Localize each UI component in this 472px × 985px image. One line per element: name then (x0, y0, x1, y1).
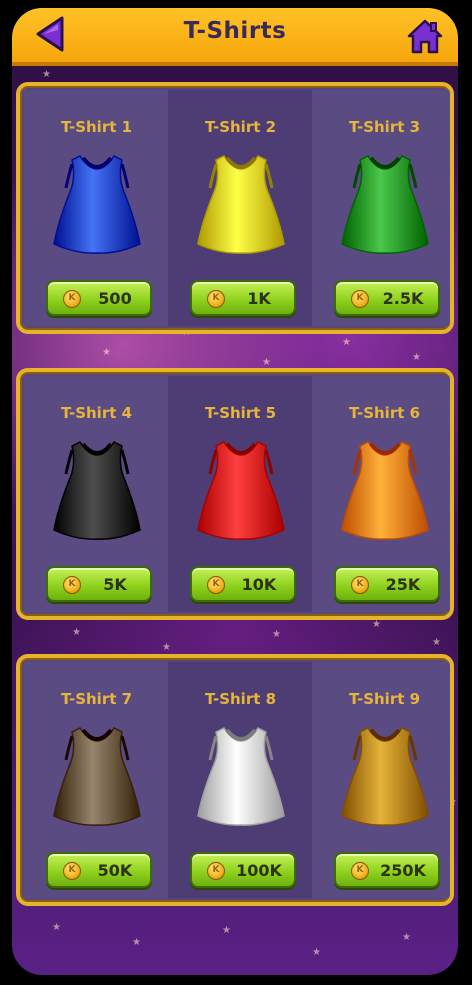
star-icon: ★ (222, 925, 231, 936)
item-name: T-Shirt 5 (204, 404, 277, 422)
item-name: T-Shirt 2 (204, 118, 277, 136)
star-icon: ★ (432, 637, 441, 648)
buy-button[interactable]: 50K (46, 852, 152, 888)
tshirt-icon (196, 724, 286, 829)
star-icon: ★ (102, 347, 111, 358)
buy-button[interactable]: 25K (334, 566, 440, 602)
item-name: T-Shirt 6 (348, 404, 421, 422)
coin-icon (63, 576, 81, 594)
item-name: T-Shirt 9 (348, 690, 421, 708)
home-button[interactable] (405, 16, 445, 56)
price-label: 25K (385, 575, 421, 594)
price-label: 2.5K (382, 289, 424, 308)
buy-button[interactable]: 5K (46, 566, 152, 602)
coin-icon (351, 862, 369, 880)
item-name: T-Shirt 8 (204, 690, 277, 708)
page-title: T-Shirts (183, 18, 287, 44)
home-icon (407, 19, 443, 54)
item-card[interactable]: T-Shirt 8 100K (168, 662, 313, 898)
tshirt-icon (196, 438, 286, 543)
header-bar: T-Shirts (12, 8, 458, 66)
buy-button[interactable]: 100K (190, 852, 296, 888)
price-label: 500 (98, 289, 132, 308)
tshirt-icon (52, 152, 142, 257)
star-icon: ★ (52, 922, 61, 933)
buy-button[interactable]: 2.5K (334, 280, 440, 316)
star-icon: ★ (402, 932, 411, 943)
shop-screen: ★★★★★★★★★★★★★★★★★★★★ T-Shirts T-Shirt 1 … (12, 8, 458, 975)
star-icon: ★ (372, 619, 381, 630)
star-icon: ★ (132, 937, 141, 948)
buy-button[interactable]: 10K (190, 566, 296, 602)
item-panel-row-2: T-Shirt 4 5K T-Shirt 5 10K T-Shirt 6 25K (16, 368, 454, 620)
tshirt-icon (340, 724, 430, 829)
buy-button[interactable]: 500 (46, 280, 152, 316)
item-panel-row-1: T-Shirt 1 500 T-Shirt 2 1K T-Shirt 3 2.5… (16, 82, 454, 334)
star-icon: ★ (412, 352, 421, 363)
item-card[interactable]: T-Shirt 2 1K (168, 90, 313, 326)
item-name: T-Shirt 4 (60, 404, 133, 422)
tshirt-icon (196, 152, 286, 257)
coin-icon (63, 862, 81, 880)
item-card[interactable]: T-Shirt 1 500 (24, 90, 169, 326)
star-icon: ★ (42, 69, 51, 80)
item-card[interactable]: T-Shirt 3 2.5K (312, 90, 450, 326)
tshirt-icon (52, 438, 142, 543)
star-icon: ★ (312, 947, 321, 958)
star-icon: ★ (272, 629, 281, 640)
item-panel-row-3: T-Shirt 7 50K T-Shirt 8 100K T-Shirt 9 2… (16, 654, 454, 906)
item-card[interactable]: T-Shirt 5 10K (168, 376, 313, 612)
star-icon: ★ (72, 627, 81, 638)
price-label: 1K (247, 289, 271, 308)
tshirt-icon (340, 438, 430, 543)
price-label: 50K (97, 861, 133, 880)
star-icon: ★ (262, 357, 271, 368)
item-card[interactable]: T-Shirt 4 5K (24, 376, 169, 612)
item-name: T-Shirt 7 (60, 690, 133, 708)
item-card[interactable]: T-Shirt 7 50K (24, 662, 169, 898)
item-name: T-Shirt 3 (348, 118, 421, 136)
item-card[interactable]: T-Shirt 6 25K (312, 376, 450, 612)
price-label: 250K (380, 861, 426, 880)
price-label: 10K (241, 575, 277, 594)
coin-icon (351, 290, 369, 308)
buy-button[interactable]: 250K (334, 852, 440, 888)
coin-icon (207, 576, 225, 594)
buy-button[interactable]: 1K (190, 280, 296, 316)
coin-icon (351, 576, 369, 594)
coin-icon (207, 290, 225, 308)
star-icon: ★ (162, 642, 171, 653)
coin-icon (207, 862, 225, 880)
price-label: 5K (103, 575, 127, 594)
star-icon: ★ (342, 337, 351, 348)
tshirt-icon (52, 724, 142, 829)
item-card[interactable]: T-Shirt 9 250K (312, 662, 450, 898)
item-name: T-Shirt 1 (60, 118, 133, 136)
coin-icon (63, 290, 81, 308)
tshirt-icon (340, 152, 430, 257)
price-label: 100K (236, 861, 282, 880)
